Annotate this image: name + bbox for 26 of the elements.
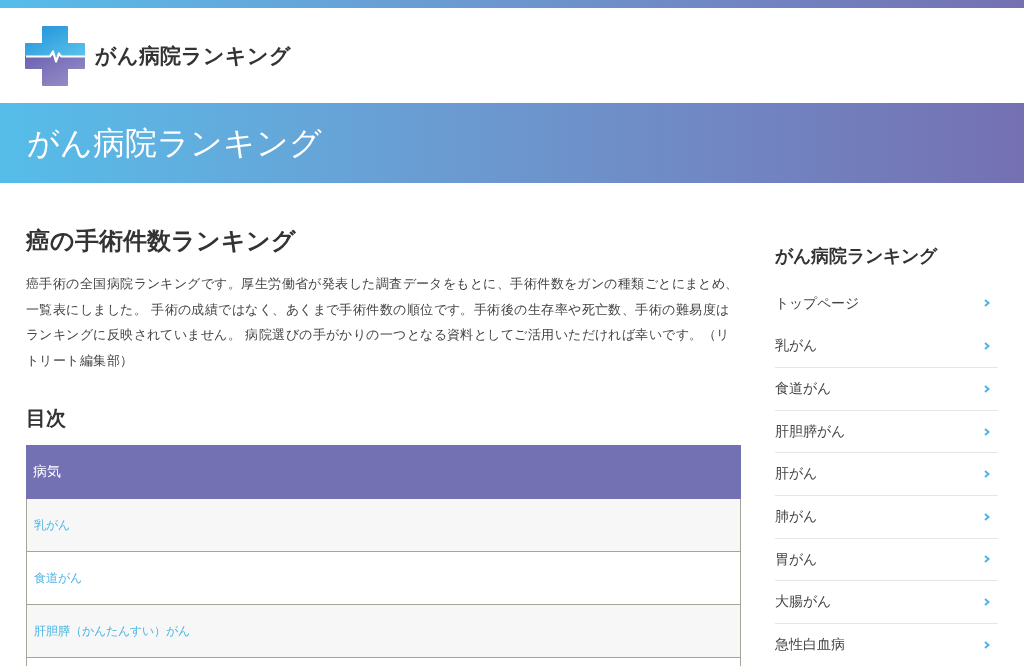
sidebar-link[interactable]: 乳がん	[775, 339, 817, 353]
chevron-right-icon	[984, 512, 990, 521]
chevron-right-icon	[984, 299, 990, 308]
intro-paragraph: 癌手術の全国病院ランキングです。厚生労働省が発表した調査データをもとに、手術件数をガンの種類ごとにまとめ、一覧表にしました。 手術の成績ではなく、あくまで手術件数の順位です。手術後の生存率や死亡数、手術の難易度はランキングに反映されていません。 病院選びの手がかりの一つとなる資料としてご活用いただければ幸いです。（リトリート編集部）	[26, 275, 740, 370]
table-header-cell: 病気	[26, 445, 741, 499]
chevron-right-icon	[984, 555, 990, 564]
article-title: 癌の手術件数ランキング	[26, 226, 297, 256]
chevron-right-icon	[984, 597, 990, 606]
chevron-right-icon	[984, 640, 990, 649]
sidebar-link[interactable]: 食道がん	[775, 382, 831, 396]
chevron-right-icon	[984, 427, 990, 436]
sidebar-link[interactable]: 肝胆膵がん	[775, 424, 845, 439]
sidebar-link[interactable]: 急性白血病	[775, 637, 845, 652]
sidebar-link[interactable]: 胃がん	[775, 552, 817, 567]
sidebar-link[interactable]: トップページ	[775, 296, 859, 311]
sidebar-link[interactable]: 大腸がん	[775, 595, 831, 609]
banner-title: がん病院ランキング	[27, 127, 322, 159]
cross-logo[interactable]	[25, 25, 85, 86]
chevron-right-icon	[984, 341, 990, 350]
sidebar-heading: がん病院ランキング	[775, 245, 939, 268]
sidebar-link[interactable]: 肺がん	[775, 510, 817, 524]
site-title[interactable]: がん病院ランキング	[95, 45, 291, 66]
chevron-right-icon	[984, 470, 990, 479]
toc-heading: 目次	[26, 406, 67, 431]
chevron-right-icon	[984, 385, 990, 393]
sidebar-link[interactable]: 肝がん	[775, 467, 817, 481]
